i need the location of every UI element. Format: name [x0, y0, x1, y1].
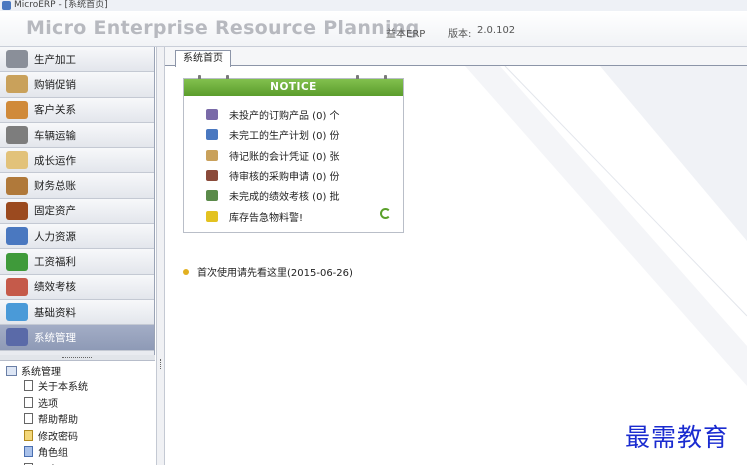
version-label: 版本: — [448, 29, 472, 40]
tree-item-label: 帮助帮助 — [38, 415, 78, 426]
nav-item-label: 财务总账 — [34, 180, 76, 193]
group-icon — [24, 446, 33, 457]
vertical-splitter[interactable] — [156, 47, 165, 465]
nav-item-label: 人力资源 — [34, 230, 76, 243]
warning-icon — [206, 210, 218, 222]
tree-item[interactable]: 关于本系统 — [24, 378, 88, 393]
nav-item[interactable]: 购销促销 — [0, 72, 154, 98]
nav-item-label: 车辆运输 — [34, 129, 76, 142]
window-title: MicroERP - [系统首页] — [14, 0, 108, 10]
window-title-bar: MicroERP - [系统首页] — [0, 0, 747, 11]
notice-item[interactable]: 待记账的会计凭证 (0) 张 — [206, 148, 340, 163]
nav-item-label: 工资福利 — [34, 256, 76, 269]
tree-item[interactable]: 选项 — [24, 395, 58, 410]
document-icon — [24, 380, 33, 391]
person-icon — [6, 227, 28, 246]
nav-item[interactable]: 基础资料 — [0, 299, 154, 326]
first-use-link[interactable]: 首次使用请先看这里(2015-06-26) — [183, 264, 353, 279]
nav-item[interactable]: 生产加工 — [0, 47, 154, 73]
nav-item[interactable]: 成长运作 — [0, 148, 154, 174]
calendar-icon — [6, 277, 28, 296]
book-icon — [6, 176, 28, 195]
notepad-icon — [6, 151, 28, 170]
document-icon — [24, 396, 33, 408]
notice-item[interactable]: 未投产的订购产品 (0) 个 — [206, 107, 340, 122]
app-icon — [2, 1, 11, 10]
tree-root-label: 系统管理 — [21, 367, 61, 378]
nav-item[interactable]: 固定资产 — [0, 198, 154, 225]
plan-icon — [206, 129, 218, 141]
bullet-icon — [183, 268, 189, 275]
notice-title: NOTICE — [184, 79, 403, 96]
notice-item-text: 待审核的采购申请 (0) 份 — [229, 171, 340, 183]
first-use-text: 首次使用请先看这里(2015-06-26) — [197, 268, 353, 279]
key-icon — [24, 429, 33, 441]
notice-item[interactable]: 库存告急物料警! — [206, 209, 303, 224]
nav-item-label: 固定资产 — [34, 205, 76, 218]
tree-item[interactable]: 角色组 — [24, 444, 68, 459]
tree-item[interactable]: 帮助帮助 — [24, 411, 78, 426]
version-number: 2.0.102 — [477, 25, 516, 36]
notice-item-text: 未完工的生产计划 (0) 份 — [229, 131, 340, 143]
tree-item-label: 角色组 — [38, 448, 68, 459]
notice-item[interactable]: 待审核的采购申请 (0) 份 — [206, 168, 340, 183]
people-icon — [6, 100, 28, 119]
nav-item[interactable]: 工资福利 — [0, 249, 154, 275]
tree-item-label: 修改密码 — [38, 431, 78, 443]
nav-item-label: 系统管理 — [34, 331, 76, 344]
system-icon — [6, 328, 28, 347]
tree-root-system[interactable]: 系统管理 — [6, 363, 61, 378]
edition-name: 益本ERP — [386, 29, 426, 40]
notice-item-text: 未投产的订购产品 (0) 个 — [229, 111, 340, 122]
gears-icon — [6, 50, 28, 69]
notice-item-text: 未完成的绩效考核 (0) 批 — [229, 192, 340, 204]
tab-home[interactable]: 系统首页 — [175, 50, 231, 67]
nav-item[interactable]: 车辆运输 — [0, 122, 154, 149]
app-header: Micro Enterprise Resource Planning 益本ERP… — [0, 11, 747, 47]
truck-icon — [6, 126, 28, 145]
notice-item-text: 待记账的会计凭证 (0) 张 — [229, 151, 340, 163]
nav-item-label: 购销促销 — [34, 78, 76, 91]
tree-item[interactable]: 用户 — [24, 461, 58, 465]
nav-item-label: 生产加工 — [34, 53, 76, 66]
money-icon — [6, 252, 28, 271]
house-icon — [6, 75, 28, 94]
products-icon — [206, 109, 218, 120]
document-icon — [24, 413, 33, 424]
tree-item-label: 关于本系统 — [38, 382, 88, 393]
tab-strip: 系统首页 — [165, 47, 747, 67]
check-folder-icon — [6, 303, 28, 322]
voucher-icon — [206, 149, 218, 161]
tree-item-label: 选项 — [38, 398, 58, 410]
briefcase-icon — [6, 201, 28, 220]
refresh-icon[interactable] — [380, 208, 391, 219]
computer-icon — [6, 365, 17, 376]
function-tree: 系统管理 关于本系统选项帮助帮助修改密码角色组用户 — [0, 361, 155, 465]
nav-item-label: 绩效考核 — [34, 281, 76, 294]
watermark-text: 最需教育 — [625, 423, 730, 452]
nav-item-label: 成长运作 — [34, 154, 76, 167]
nav-item[interactable]: 系统管理 — [0, 325, 154, 351]
notice-item-text: 库存告急物料警! — [229, 212, 304, 224]
nav-item[interactable]: 财务总账 — [0, 173, 154, 199]
module-nav: 生产加工购销促销客户关系车辆运输成长运作财务总账固定资产人力资源工资福利绩效考核… — [0, 47, 155, 355]
main-content: 系统首页 NOTICE 未投产的订购产品 (0) 个未完工的生产计划 (0) 份… — [165, 47, 747, 465]
review-icon — [206, 190, 218, 202]
brand-title: Micro Enterprise Resource Planning — [26, 17, 420, 39]
tree-item[interactable]: 修改密码 — [24, 428, 78, 443]
tree-item-label: 用户 — [38, 461, 58, 465]
nav-item[interactable]: 客户关系 — [0, 97, 154, 123]
purchase-icon — [206, 169, 218, 181]
nav-item[interactable]: 人力资源 — [0, 224, 154, 250]
nav-item[interactable]: 绩效考核 — [0, 274, 154, 300]
nav-item-label: 基础资料 — [34, 306, 76, 319]
nav-item-label: 客户关系 — [34, 104, 76, 117]
notice-board: NOTICE 未投产的订购产品 (0) 个未完工的生产计划 (0) 份待记账的会… — [183, 75, 404, 233]
notice-item[interactable]: 未完工的生产计划 (0) 份 — [206, 127, 340, 142]
notice-item[interactable]: 未完成的绩效考核 (0) 批 — [206, 188, 340, 203]
